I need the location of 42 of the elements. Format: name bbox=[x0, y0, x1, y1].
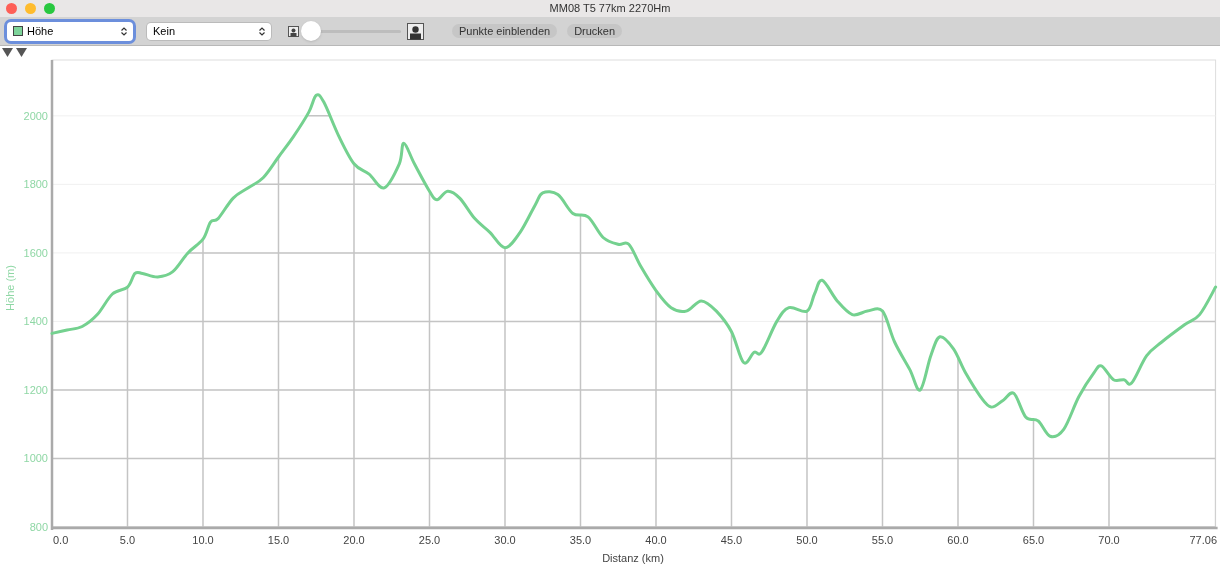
y-tick-label: 2000 bbox=[23, 109, 48, 122]
x-tick-label: 15.0 bbox=[267, 534, 290, 546]
series-dropdown[interactable]: Höhe bbox=[7, 21, 133, 41]
x-tick-label: 0.0 bbox=[53, 534, 69, 546]
x-tick-label: 40.0 bbox=[645, 534, 667, 546]
y-tick-label: 1000 bbox=[23, 452, 48, 465]
x-tick-label: 60.0 bbox=[947, 534, 969, 546]
y-tick-label: 1400 bbox=[23, 315, 48, 328]
x-tick-label: 45.0 bbox=[720, 534, 743, 546]
x-tick-label: 10.0 bbox=[192, 534, 214, 546]
chevron-icon bbox=[121, 26, 127, 36]
large-person-icon bbox=[407, 22, 424, 40]
x-tick-label: 55.0 bbox=[871, 534, 894, 546]
toolbar-button[interactable]: Punkte einblenden bbox=[452, 24, 558, 38]
triangle-icon[interactable] bbox=[2, 47, 13, 57]
y-tick-label: 1800 bbox=[23, 178, 48, 191]
toolbar-button[interactable]: Drucken bbox=[567, 24, 623, 38]
x-tick-label: 25.0 bbox=[418, 534, 441, 546]
dropdown-value: Kein bbox=[153, 23, 177, 39]
x-tick-label: 50.0 bbox=[796, 534, 818, 546]
minimize-button[interactable] bbox=[25, 3, 36, 14]
x-tick-label: 70.0 bbox=[1098, 534, 1120, 546]
x-tick-label: 77.06 bbox=[1189, 534, 1217, 546]
close-button[interactable] bbox=[6, 3, 17, 14]
y-tick-label: 800 bbox=[29, 520, 48, 533]
y-tick-label: 1200 bbox=[23, 383, 48, 396]
x-tick-label: 35.0 bbox=[569, 534, 592, 546]
x-tick-label: 65.0 bbox=[1022, 534, 1045, 546]
overlay-dropdown[interactable]: Kein bbox=[147, 22, 271, 40]
x-tick-label: 20.0 bbox=[343, 534, 365, 546]
x-tick-label: 5.0 bbox=[119, 534, 136, 546]
y-tick-label: 1600 bbox=[23, 246, 48, 259]
triangle-icon[interactable] bbox=[16, 47, 27, 57]
y-axis-title: Höhe (m) bbox=[4, 265, 16, 311]
slider-thumb[interactable] bbox=[301, 21, 321, 41]
zoom-button[interactable] bbox=[44, 3, 55, 14]
small-person-icon bbox=[288, 25, 299, 37]
window-title: MM08 T5 77km 2270Hm bbox=[549, 1, 671, 17]
dropdown-value: Höhe bbox=[27, 23, 55, 39]
x-tick-label: 30.0 bbox=[494, 534, 516, 546]
chevron-icon bbox=[259, 26, 265, 36]
x-axis-title: Distanz (km) bbox=[602, 552, 664, 564]
